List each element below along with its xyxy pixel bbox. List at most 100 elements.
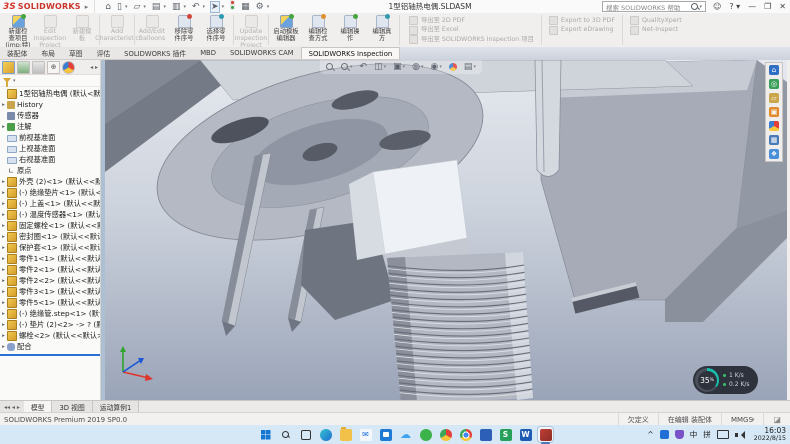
expand-arrow-icon[interactable]: ▸ bbox=[0, 179, 7, 185]
select-icon[interactable]: ➤ bbox=[211, 2, 219, 12]
tab-inspection[interactable]: SOLIDWORKS Inspection bbox=[301, 47, 401, 59]
tree-item[interactable]: ▸(-) 上盖<1> (默认<<默认>_显示状 bbox=[0, 198, 100, 209]
appearances-icon[interactable] bbox=[769, 121, 779, 131]
expand-arrow-icon[interactable]: ▸ bbox=[0, 289, 7, 295]
expand-arrow-icon[interactable]: ▸ bbox=[0, 223, 7, 229]
volume-icon[interactable] bbox=[735, 430, 744, 439]
tab-evaluate[interactable]: 评估 bbox=[90, 47, 118, 59]
tree-item[interactable]: ▸零件2<1> (默认<<默认>_显示状 bbox=[0, 264, 100, 275]
tree-item[interactable]: ▸外壳 (2)<1> (默认<<默认>_显示状 bbox=[0, 176, 100, 187]
resources-home-icon[interactable]: ⌂ bbox=[769, 65, 779, 75]
edit-inspection-method-button[interactable]: 编辑检查方式 bbox=[302, 13, 334, 43]
word-icon[interactable]: W bbox=[518, 427, 533, 442]
undo-icon[interactable]: ↶ bbox=[192, 2, 200, 12]
tree-item[interactable]: ▸保护套<1> (默认<<默认>_显示状 bbox=[0, 242, 100, 253]
forum-icon[interactable]: ❖ bbox=[769, 149, 779, 159]
search-icon[interactable] bbox=[691, 3, 699, 11]
restore-button[interactable]: ❐ bbox=[764, 2, 771, 11]
tree-item[interactable]: ▸零件1<1> (默认<<默认>_显示状 bbox=[0, 253, 100, 264]
tree-item[interactable]: ▸密封圈<1> (默认<<默认>_显示状 bbox=[0, 231, 100, 242]
edit-operations-button[interactable]: 编辑操作 bbox=[334, 13, 366, 43]
help-icon[interactable]: ? ▾ bbox=[729, 2, 740, 11]
tree-item[interactable]: ▸(-) 绝缘垫片<1> (默认<<默认>_显示状 bbox=[0, 187, 100, 198]
green-app-icon[interactable] bbox=[418, 427, 433, 442]
design-library-icon[interactable]: ◎ bbox=[769, 79, 779, 89]
ime-mode[interactable]: 拼 bbox=[703, 429, 711, 440]
tab-addins[interactable]: SOLIDWORKS 插件 bbox=[117, 47, 193, 59]
close-button[interactable]: ✕ bbox=[779, 2, 786, 11]
hide-show-items-icon[interactable]: ◉▾ bbox=[431, 61, 442, 73]
hide-show-items-icon-caret[interactable]: ▾ bbox=[439, 61, 442, 73]
tree-item[interactable]: ▸(-) 绝缘管.step<1> (默认<<默认> bbox=[0, 308, 100, 319]
tree-item[interactable]: 1型铝轴热电偶 (默认<默认_显示状态-1 bbox=[0, 88, 100, 99]
tree-item[interactable]: ▸固定螺栓<1> (默认<<默认>_显示 bbox=[0, 220, 100, 231]
print-icon-caret[interactable]: ▾ bbox=[183, 4, 186, 10]
tree-item[interactable]: 传感器 bbox=[0, 110, 100, 121]
tree-item[interactable]: ∟原点 bbox=[0, 165, 100, 176]
browser-360-icon[interactable] bbox=[438, 427, 453, 442]
app-menu[interactable]: 3S SOLIDWORKS ▸ bbox=[0, 0, 95, 13]
featuremanager-tree-tab[interactable] bbox=[2, 61, 15, 74]
tree-item[interactable]: ▸注解 bbox=[0, 121, 100, 132]
cad-model[interactable] bbox=[105, 60, 787, 400]
tree-item[interactable]: ▸零件3<1> (默认<<默认>_显示状 bbox=[0, 286, 100, 297]
apply-scene-icon[interactable]: ▤▾ bbox=[464, 61, 476, 73]
zoom-fit-icon[interactable] bbox=[326, 63, 334, 71]
save-icon[interactable]: ▤ bbox=[152, 2, 161, 12]
expand-arrow-icon[interactable]: ▸ bbox=[0, 256, 7, 262]
task-view-button[interactable] bbox=[298, 427, 313, 442]
custom-properties-icon[interactable]: ▦ bbox=[769, 135, 779, 145]
new-document-icon-caret[interactable]: ▾ bbox=[125, 4, 128, 10]
login-icon[interactable]: ☺ bbox=[713, 2, 721, 11]
onedrive-icon[interactable] bbox=[660, 430, 669, 439]
open-document-icon[interactable]: ▱ bbox=[133, 2, 140, 12]
view-palette-icon[interactable]: ▣ bbox=[769, 107, 779, 117]
display-icon[interactable] bbox=[717, 430, 729, 439]
tree-item[interactable]: ▸History bbox=[0, 99, 100, 110]
tree-item[interactable]: ▸零件5<1> (默认<<默认>_显示状 bbox=[0, 297, 100, 308]
mail-icon[interactable]: ✉ bbox=[358, 427, 373, 442]
propertymanager-tab[interactable] bbox=[17, 61, 30, 74]
options-gear-icon[interactable]: ⚙ bbox=[256, 2, 264, 12]
undo-icon-caret[interactable]: ▾ bbox=[203, 4, 206, 10]
tab-mbd[interactable]: MBD bbox=[193, 47, 223, 59]
print-icon[interactable]: ▥ bbox=[172, 2, 181, 12]
expand-arrow-icon[interactable]: ▸ bbox=[0, 267, 7, 273]
tree-item[interactable]: 右视基准面 bbox=[0, 154, 100, 165]
new-document-icon[interactable]: ▯ bbox=[117, 2, 122, 12]
expand-arrow-icon[interactable]: ▸ bbox=[0, 245, 7, 251]
tab-assembly[interactable]: 装配体 bbox=[0, 47, 34, 59]
view-orientation-icon-caret[interactable]: ▾ bbox=[403, 61, 406, 73]
expand-arrow-icon[interactable]: ▸ bbox=[0, 234, 7, 240]
tree-item[interactable]: ▸配合 bbox=[0, 341, 100, 352]
graphics-viewport[interactable]: ▾↶◫▾▣▾◍▾◉▾▤▾ ⌂◎▱▣▦❖ 35% 1 K/s 0.2 K/s bbox=[105, 60, 787, 400]
tab-cam[interactable]: SOLIDWORKS CAM bbox=[223, 47, 301, 59]
tree-item[interactable]: 上视基准面 bbox=[0, 143, 100, 154]
dimxpertmanager-tab[interactable]: ⊕ bbox=[47, 61, 60, 74]
edit-appearance-icon[interactable] bbox=[449, 63, 457, 71]
select-balloons-button[interactable]: 选择零件序号 bbox=[200, 13, 232, 43]
expand-arrow-icon[interactable]: ▸ bbox=[0, 300, 7, 306]
expand-arrow-icon[interactable]: ▸ bbox=[0, 124, 7, 130]
expand-arrow-icon[interactable]: ▸ bbox=[0, 344, 7, 350]
help-search-input[interactable]: 搜索 SOLIDWORKS 帮助 ▾ bbox=[602, 1, 706, 12]
tree-item[interactable]: ▸(-) 垫片 (2)<2> -> ? (默认<<默认> bbox=[0, 319, 100, 330]
expand-arrow-icon[interactable]: ▸ bbox=[0, 212, 7, 218]
display-style-icon[interactable]: ◍▾ bbox=[412, 61, 423, 73]
zoom-area-icon[interactable]: ▾ bbox=[341, 61, 353, 73]
tab-layout[interactable]: 布局 bbox=[34, 47, 62, 59]
file-explorer-pane-icon[interactable]: ▱ bbox=[769, 93, 779, 103]
chrome-icon[interactable] bbox=[458, 427, 473, 442]
tree-item[interactable]: ▸零件2<2> (默认<<默认>_显示状 bbox=[0, 275, 100, 286]
section-view-icon[interactable]: ◫▾ bbox=[374, 61, 386, 73]
expand-arrow-icon[interactable]: ▸ bbox=[0, 333, 7, 339]
taskbar-clock[interactable]: 16:03 2022/8/15 bbox=[754, 427, 786, 443]
expand-arrow-icon[interactable]: ▸ bbox=[0, 311, 7, 317]
expand-arrow-icon[interactable]: ▸ bbox=[0, 278, 7, 284]
remove-balloons-button[interactable]: 移除零件序号 bbox=[168, 13, 200, 43]
save-icon-caret[interactable]: ▾ bbox=[163, 4, 166, 10]
file-properties-icon[interactable]: ▦ bbox=[241, 2, 250, 12]
expand-arrow-icon[interactable]: ▸ bbox=[0, 190, 7, 196]
rebuild-traffic-light-icon[interactable] bbox=[230, 0, 235, 13]
launch-template-editor-button[interactable]: 启动模板编辑器 bbox=[270, 13, 302, 43]
